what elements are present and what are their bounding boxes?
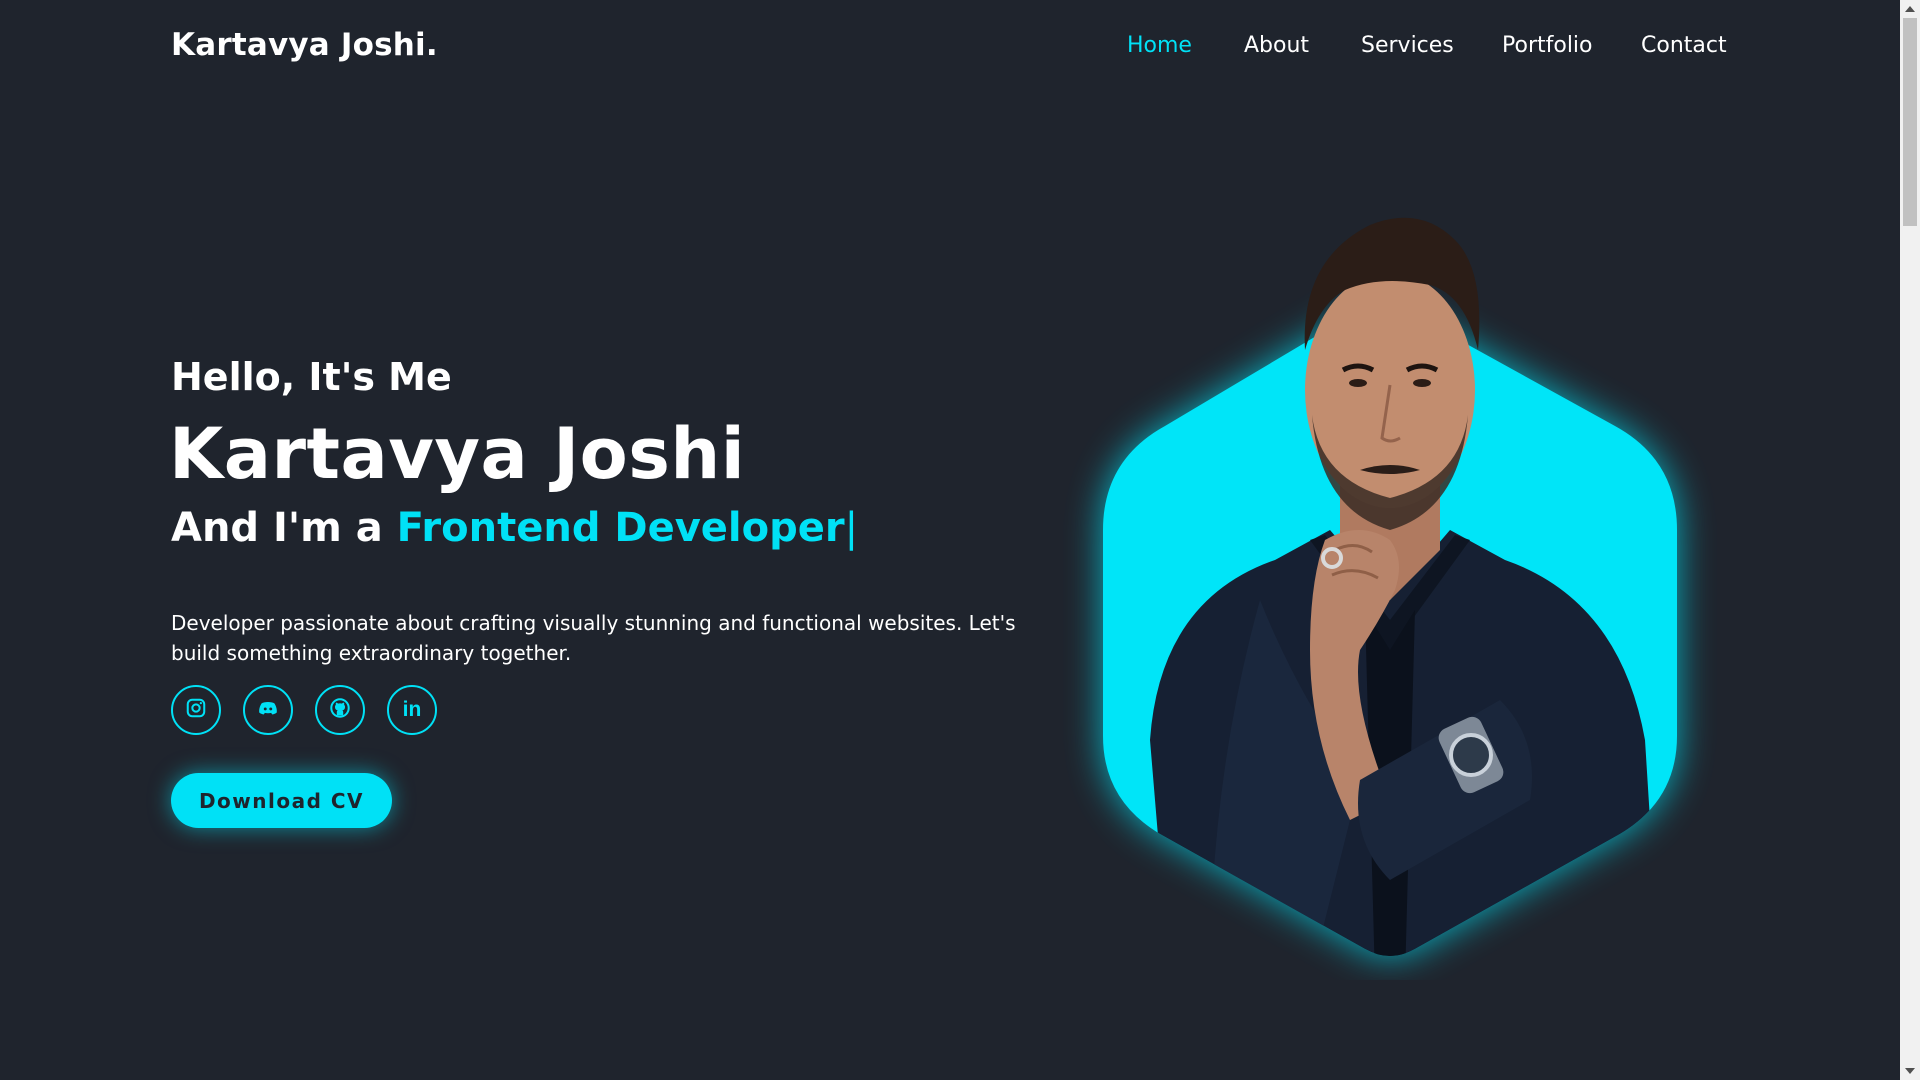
scroll-down-icon[interactable]	[1905, 1068, 1915, 1074]
nav-home[interactable]: Home	[1127, 33, 1192, 58]
linkedin-link[interactable]: in	[387, 685, 437, 735]
discord-icon	[257, 697, 279, 723]
github-link[interactable]	[315, 685, 365, 735]
profile-portrait	[1060, 180, 1720, 980]
nav-contact[interactable]: Contact	[1641, 33, 1727, 58]
instagram-icon	[185, 697, 207, 723]
github-icon	[329, 697, 351, 723]
hero-role-line: And I'm a Frontend Developer|	[171, 505, 858, 551]
nav-services[interactable]: Services	[1361, 33, 1454, 58]
scroll-up-icon[interactable]	[1905, 6, 1915, 12]
page: Kartavya Joshi. Home About Services Port…	[0, 0, 1920, 1080]
download-cv-button[interactable]: Download CV	[171, 773, 392, 828]
instagram-link[interactable]	[171, 685, 221, 735]
portrait-image	[1103, 217, 1677, 956]
nav-portfolio[interactable]: Portfolio	[1502, 33, 1593, 58]
linkedin-icon: in	[402, 698, 422, 721]
site-logo[interactable]: Kartavya Joshi.	[171, 27, 438, 63]
scroll-thumb[interactable]	[1903, 18, 1917, 226]
hero-role: Frontend Developer	[396, 505, 845, 551]
vertical-scrollbar[interactable]	[1900, 0, 1920, 1080]
nav-about[interactable]: About	[1244, 33, 1309, 58]
site-header: Kartavya Joshi. Home About Services Port…	[0, 0, 1900, 98]
hero-role-prefix: And I'm a	[171, 505, 397, 551]
typing-cursor: |	[844, 505, 859, 551]
hero-greeting: Hello, It's Me	[171, 355, 452, 399]
hero-name: Kartavya Joshi	[169, 413, 746, 495]
hero-description: Developer passionate about crafting visu…	[171, 611, 1016, 665]
discord-link[interactable]	[243, 685, 293, 735]
